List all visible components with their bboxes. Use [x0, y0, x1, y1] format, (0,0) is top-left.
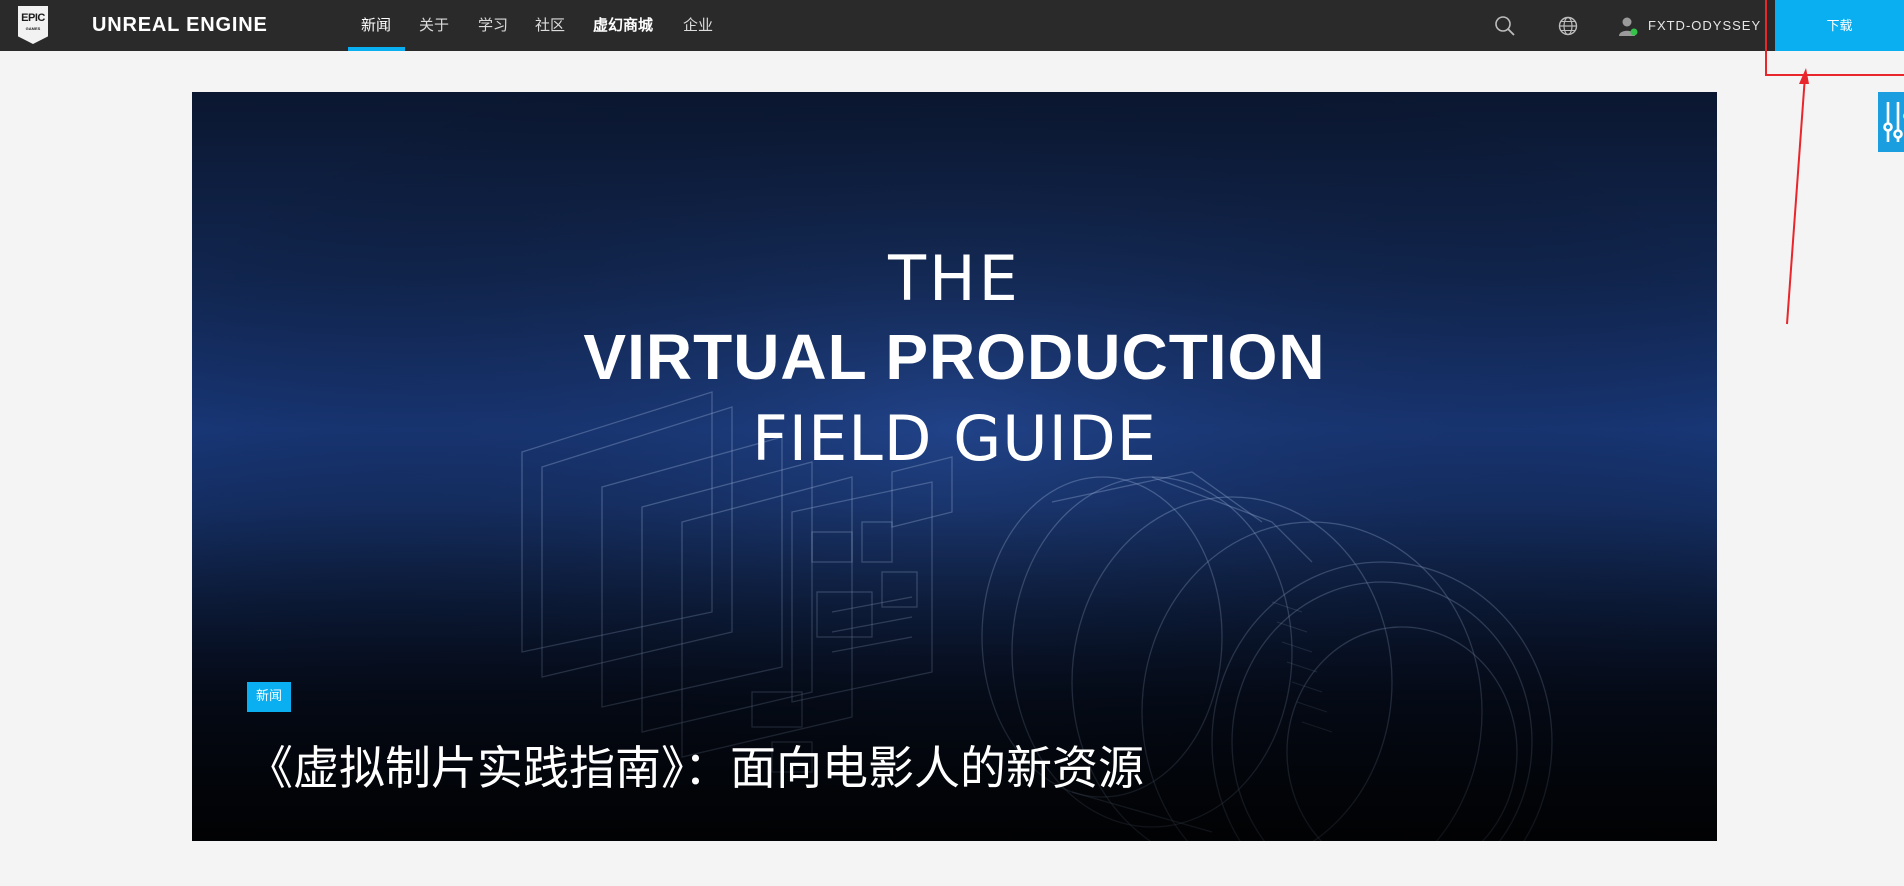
nav-item-community[interactable]: 社区 [535, 0, 565, 51]
top-navigation-bar: EPIC GAMES UNREAL ENGINE 新闻 关于 学习 社区 虚幻商… [0, 0, 1904, 51]
globe-icon[interactable] [1557, 15, 1579, 37]
unreal-engine-brand[interactable]: UNREAL ENGINE [92, 14, 268, 37]
filter-panel-toggle[interactable] [1878, 92, 1904, 152]
category-tag[interactable]: 新闻 [247, 682, 292, 712]
logo-text-line2: GAMES [25, 26, 41, 31]
logo-text-line1: EPIC [21, 12, 45, 24]
article-headline[interactable]: 《虚拟制片实践指南》：面向电影人的新资源 [247, 732, 1144, 798]
nav-item-marketplace[interactable]: 虚幻商城 [593, 0, 653, 51]
user-account-menu[interactable]: FXTD-ODYSSEY [1618, 15, 1778, 37]
sliders-icon [1878, 92, 1904, 152]
active-nav-indicator [348, 47, 405, 51]
annotation-arrow [1786, 68, 1809, 325]
nav-item-about[interactable]: 关于 [419, 0, 449, 51]
username-label: FXTD-ODYSSEY [1648, 18, 1762, 33]
hero-title-line-3: FIELD GUIDE [752, 402, 1157, 475]
hero-title-line-1: THE [888, 242, 1021, 315]
hero-title-line-2: VIRTUAL PRODUCTION [583, 321, 1326, 393]
nav-item-learn[interactable]: 学习 [478, 0, 508, 51]
featured-article-hero[interactable]: THE VIRTUAL PRODUCTION FIELD GUIDE 新闻 《虚… [192, 92, 1717, 841]
nav-item-news[interactable]: 新闻 [361, 0, 391, 51]
nav-item-enterprise[interactable]: 企业 [683, 0, 713, 51]
user-icon [1618, 15, 1640, 41]
search-icon[interactable] [1494, 15, 1516, 37]
epic-games-logo[interactable]: EPIC GAMES [18, 6, 48, 44]
download-button[interactable]: 下载 [1775, 0, 1904, 51]
